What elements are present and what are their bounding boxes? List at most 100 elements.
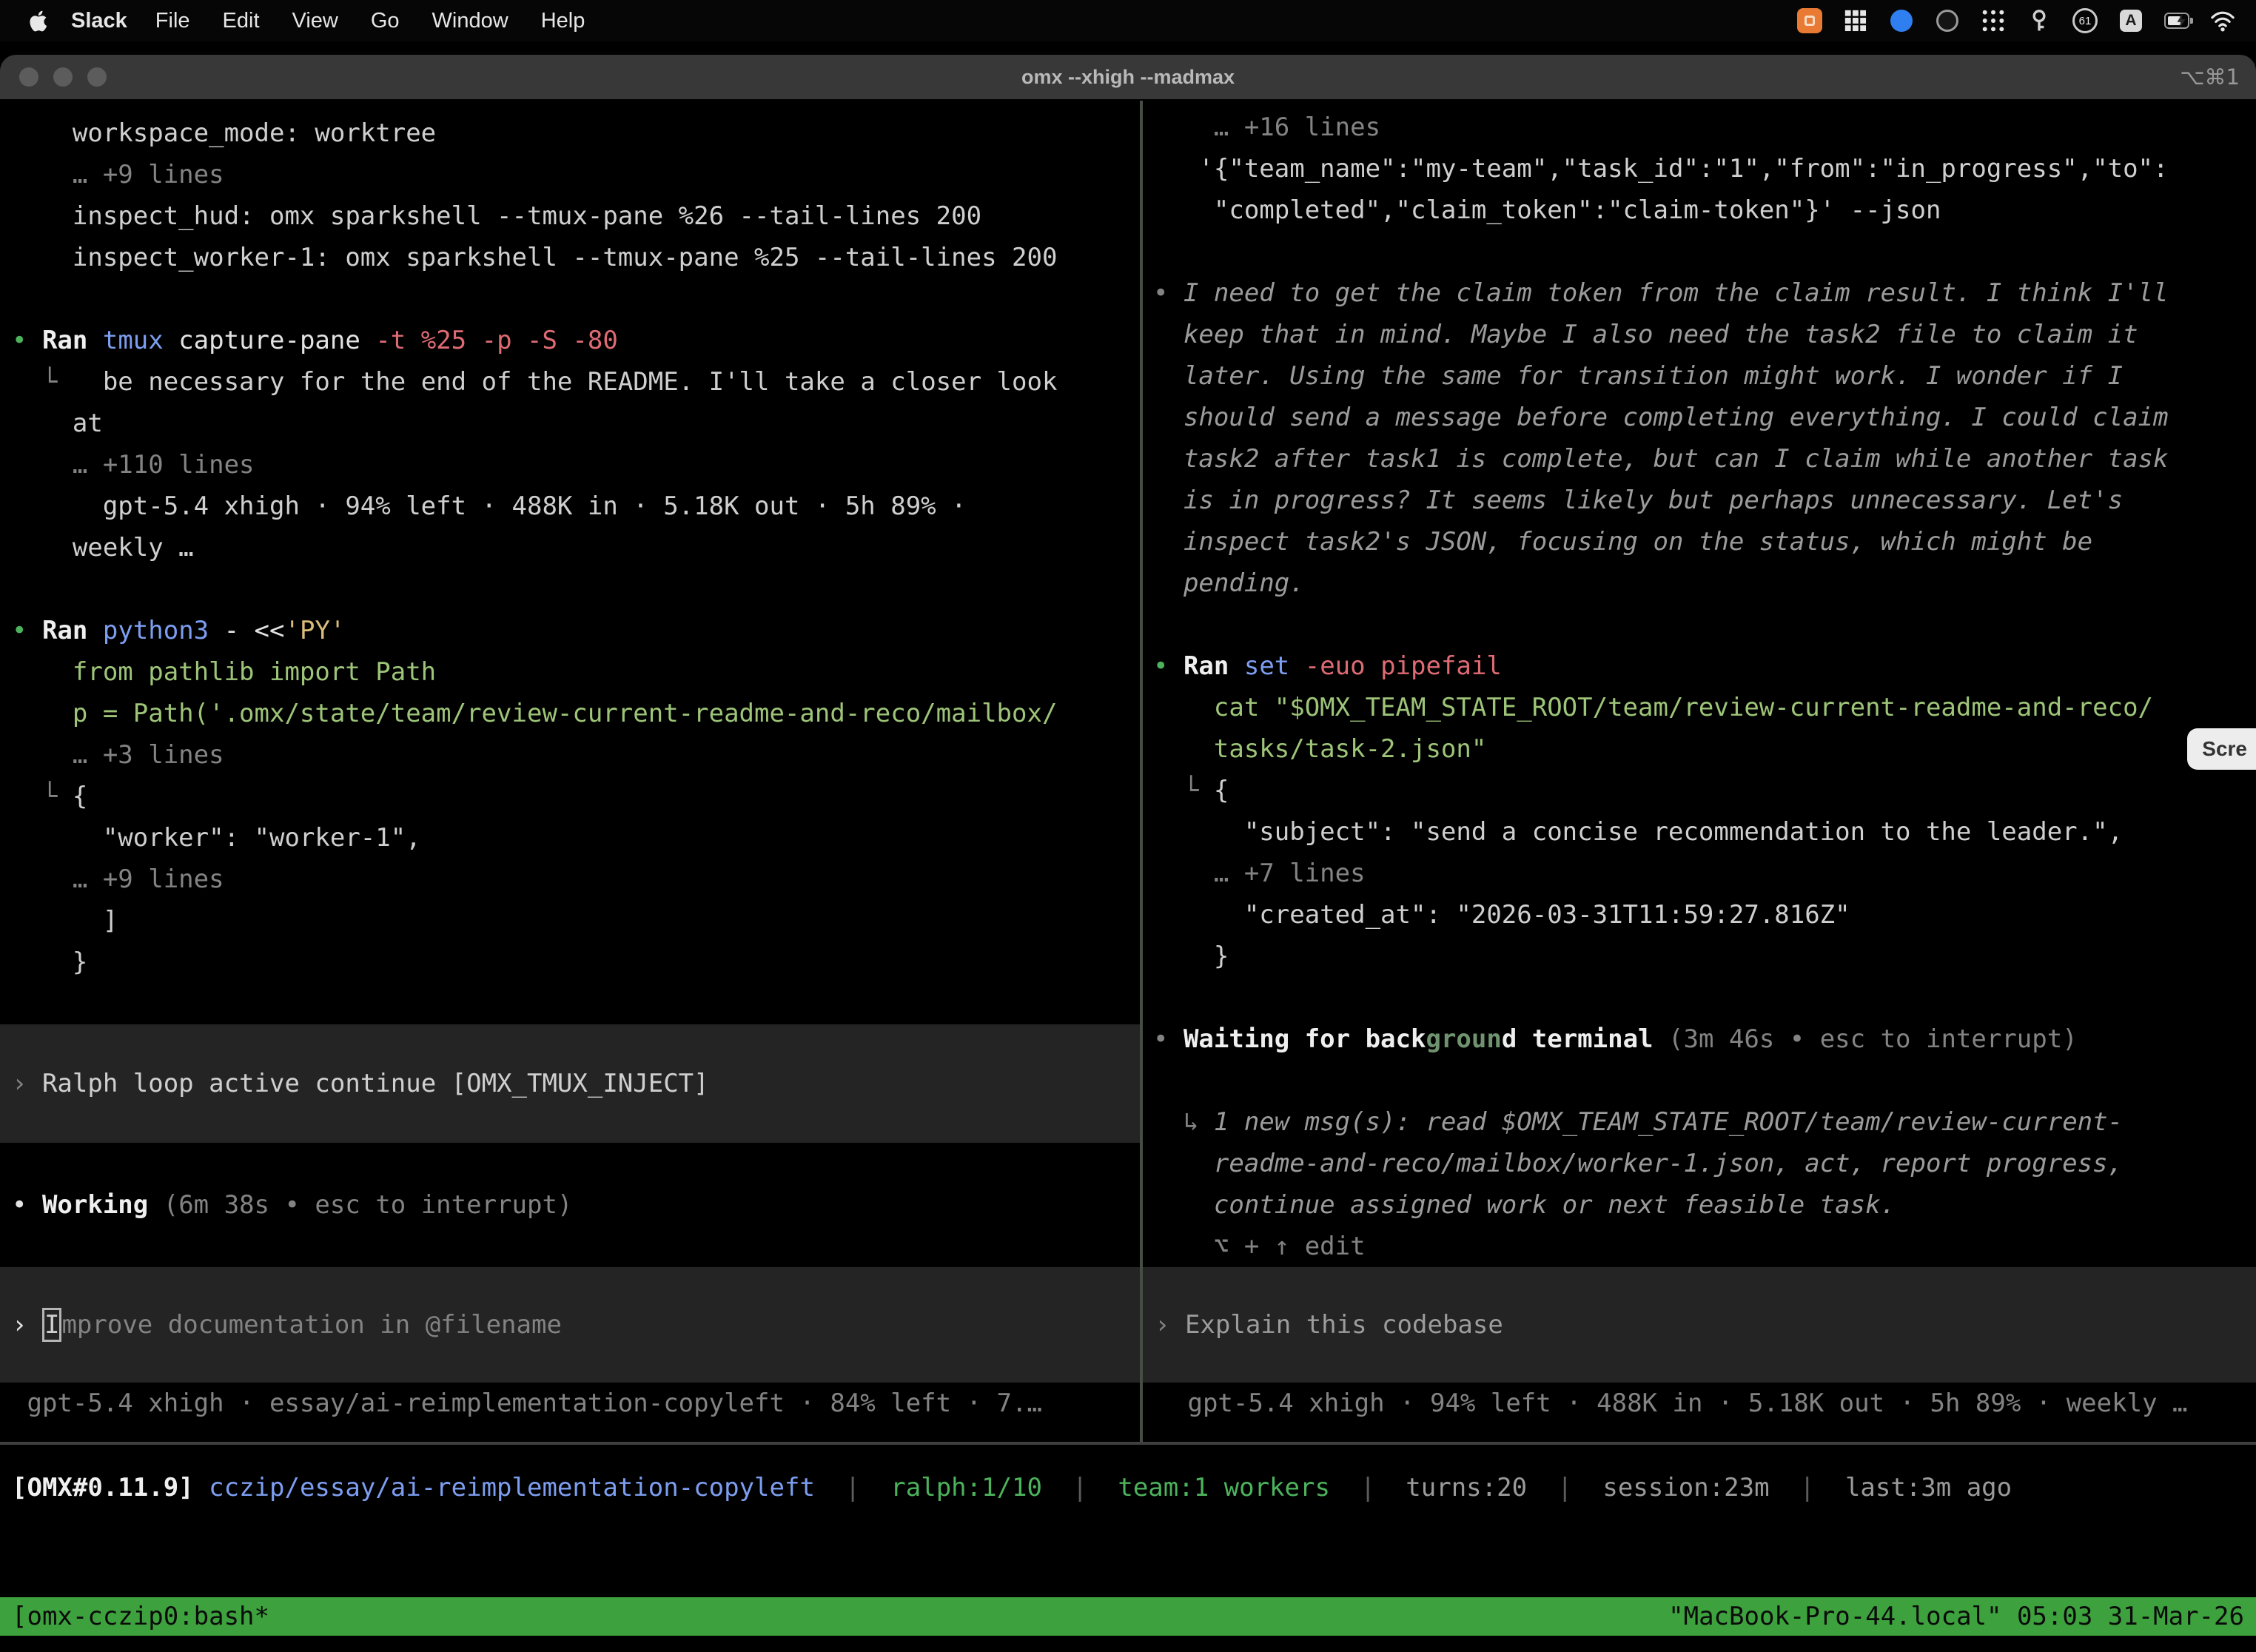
text-segment: } <box>12 947 87 977</box>
tmux-host-clock: "MacBook-Pro-44.local" 05:03 31-Mar-26 <box>1668 1602 2244 1631</box>
text-segment: turns:20 <box>1406 1473 1527 1502</box>
text-segment: • <box>1153 278 1184 308</box>
gauge-value: 61 <box>2079 15 2092 27</box>
omx-session-status: [OMX#0.11.9] cczip/essay/ai-reimplementa… <box>0 1445 2256 1508</box>
menu-edit[interactable]: Edit <box>207 9 276 33</box>
terminal-window: omx --xhigh --madmax ⌥⌘1 workspace_mode:… <box>0 55 2256 1652</box>
text-segment: | <box>815 1473 890 1502</box>
terminal-line: … +3 lines <box>12 734 1140 776</box>
text-segment: … +16 lines <box>1153 113 1380 142</box>
text-segment: cczip/essay/ai-reimplementation-copyleft <box>209 1473 815 1502</box>
terminal-line: ↳ 1 new msg(s): read $OMX_TEAM_STATE_ROO… <box>1153 1101 2256 1143</box>
text-segment: inspect task2's JSON, focusing on the st… <box>1153 527 2092 557</box>
dots-grid-icon[interactable] <box>1981 8 2006 33</box>
text-segment: [OMX#0.11.9] <box>12 1473 194 1502</box>
text-segment: "completed","claim_token":"claim-token"}… <box>1153 195 1941 225</box>
dark-circle-icon[interactable] <box>1935 8 1960 33</box>
text-segment: └ <box>12 367 103 397</box>
text-segment: … +9 lines <box>12 864 224 894</box>
terminal-line: • Ran tmux capture-pane -t %25 -p -S -80 <box>12 320 1140 361</box>
menu-go[interactable]: Go <box>355 9 416 33</box>
key-icon[interactable] <box>2027 8 2052 33</box>
menubar-status-icons: 61 A <box>1797 8 2256 33</box>
macos-menubar: Slack FileEditViewGoWindowHelp 61 A <box>0 0 2256 41</box>
text-segment: (6m 38s • esc to interrupt) <box>148 1190 572 1220</box>
prompt-caret: › <box>12 1310 42 1340</box>
screen-overlay-tooltip[interactable]: Scre <box>2187 728 2256 770</box>
terminal-line: … +16 lines <box>1153 107 2256 148</box>
text-segment: inspect_hud: omx sparkshell --tmux-pane … <box>12 201 981 231</box>
gauge-61-icon[interactable]: 61 <box>2072 8 2098 33</box>
table-grid-icon[interactable] <box>1843 8 1868 33</box>
active-app-name[interactable]: Slack <box>71 9 127 33</box>
terminal-line: … +9 lines <box>12 154 1140 195</box>
terminal-line: } <box>1153 936 2256 977</box>
menu-file[interactable]: File <box>139 9 207 33</box>
text-segment: Ran <box>42 326 103 355</box>
tmux-panes: workspace_mode: worktree … +9 lines insp… <box>0 101 2256 1442</box>
terminal-line: • Waiting for background terminal (3m 46… <box>1153 1018 2256 1060</box>
menu-view[interactable]: View <box>276 9 355 33</box>
terminal-line: '{"team_name":"my-team","task_id":"1","f… <box>1153 148 2256 189</box>
terminal-line: } <box>12 941 1140 983</box>
text-segment: Working <box>42 1190 148 1220</box>
left-terminal-pane: workspace_mode: worktree … +9 lines insp… <box>0 101 1140 1442</box>
text-segment: 'PY' <box>285 616 346 645</box>
text-segment: tmux <box>103 326 164 355</box>
blank-line <box>12 278 1140 320</box>
text-segment: └ <box>1153 776 1214 805</box>
text-segment: from pathlib import Path <box>12 657 436 687</box>
text-segment: { <box>73 782 87 811</box>
terminal-line: • Ran python3 - <<'PY' <box>12 610 1140 651</box>
text-segment: └ <box>12 782 73 811</box>
terminal-line: ] <box>12 900 1140 941</box>
apple-menu-icon[interactable] <box>28 8 50 33</box>
text-segment: is in progress? It seems likely but perh… <box>1153 486 2123 515</box>
window-controls <box>0 67 107 87</box>
terminal-line: inspect_hud: omx sparkshell --tmux-pane … <box>12 195 1140 237</box>
blank-line <box>12 568 1140 610</box>
text-segment: gpt-5.4 xhigh · 94% left · 488K in · 5.1… <box>12 491 967 521</box>
text-segment: pending. <box>1153 568 1305 598</box>
minimize-button[interactable] <box>53 67 73 87</box>
prompt-caret: › <box>1155 1310 1185 1340</box>
terminal-line: should send a message before completing … <box>1153 397 2256 438</box>
zoom-button[interactable] <box>87 67 107 87</box>
text-segment: readme-and-reco/mailbox/worker-1.json, a… <box>1153 1149 2123 1178</box>
screen-recording-indicator-icon[interactable] <box>1797 8 1822 33</box>
wifi-icon[interactable] <box>2210 8 2235 33</box>
blank-line <box>12 1143 1140 1184</box>
left-composer-input[interactable]: › Improve documentation in @filename <box>0 1267 1140 1383</box>
text-segment: • <box>1153 651 1184 681</box>
blue-app-icon[interactable] <box>1889 8 1914 33</box>
terminal-line: └ be necessary for the end of the README… <box>12 361 1140 403</box>
text-segment: inspect_worker-1: omx sparkshell --tmux-… <box>12 243 1057 272</box>
blank-line <box>1153 1060 2256 1101</box>
composer-placeholder: mprove documentation in @filename <box>61 1310 562 1340</box>
terminal-line: • Ran set -euo pipefail <box>1153 645 2256 687</box>
terminal-line: inspect task2's JSON, focusing on the st… <box>1153 521 2256 563</box>
text-segment: Ran <box>42 616 103 645</box>
terminal-line: … +110 lines <box>12 444 1140 486</box>
tmux-session-label: [omx-cczip0:bash* <box>12 1602 269 1631</box>
text-segment: - << <box>209 616 284 645</box>
terminal-line: • I need to get the claim token from the… <box>1153 272 2256 314</box>
terminal-line: gpt-5.4 xhigh · 94% left · 488K in · 5.1… <box>12 486 1140 527</box>
right-composer-input[interactable]: › Explain this codebase <box>1143 1267 2256 1383</box>
text-segment: • <box>12 616 42 645</box>
text-segment: should send a message before completing … <box>1153 403 2168 432</box>
battery-icon[interactable] <box>2164 8 2189 33</box>
text-segment: … +110 lines <box>12 450 255 480</box>
text-segment: tasks/task-2.json" <box>1153 734 1486 764</box>
text-segment: be necessary for the end of the README. … <box>103 367 1058 397</box>
text-segment: p = Path('.omx/state/team/review-current… <box>12 699 1057 728</box>
text-segment: capture-pane <box>164 326 360 355</box>
text-segment: "subject": "send a concise recommendatio… <box>1153 817 2123 847</box>
menu-window[interactable]: Window <box>416 9 525 33</box>
menu-help[interactable]: Help <box>525 9 602 33</box>
window-titlebar[interactable]: omx --xhigh --madmax ⌥⌘1 <box>0 55 2256 101</box>
close-button[interactable] <box>19 67 38 87</box>
text-segment: { <box>1214 776 1229 805</box>
text-segment: | <box>1042 1473 1118 1502</box>
input-source-icon[interactable]: A <box>2118 8 2143 33</box>
